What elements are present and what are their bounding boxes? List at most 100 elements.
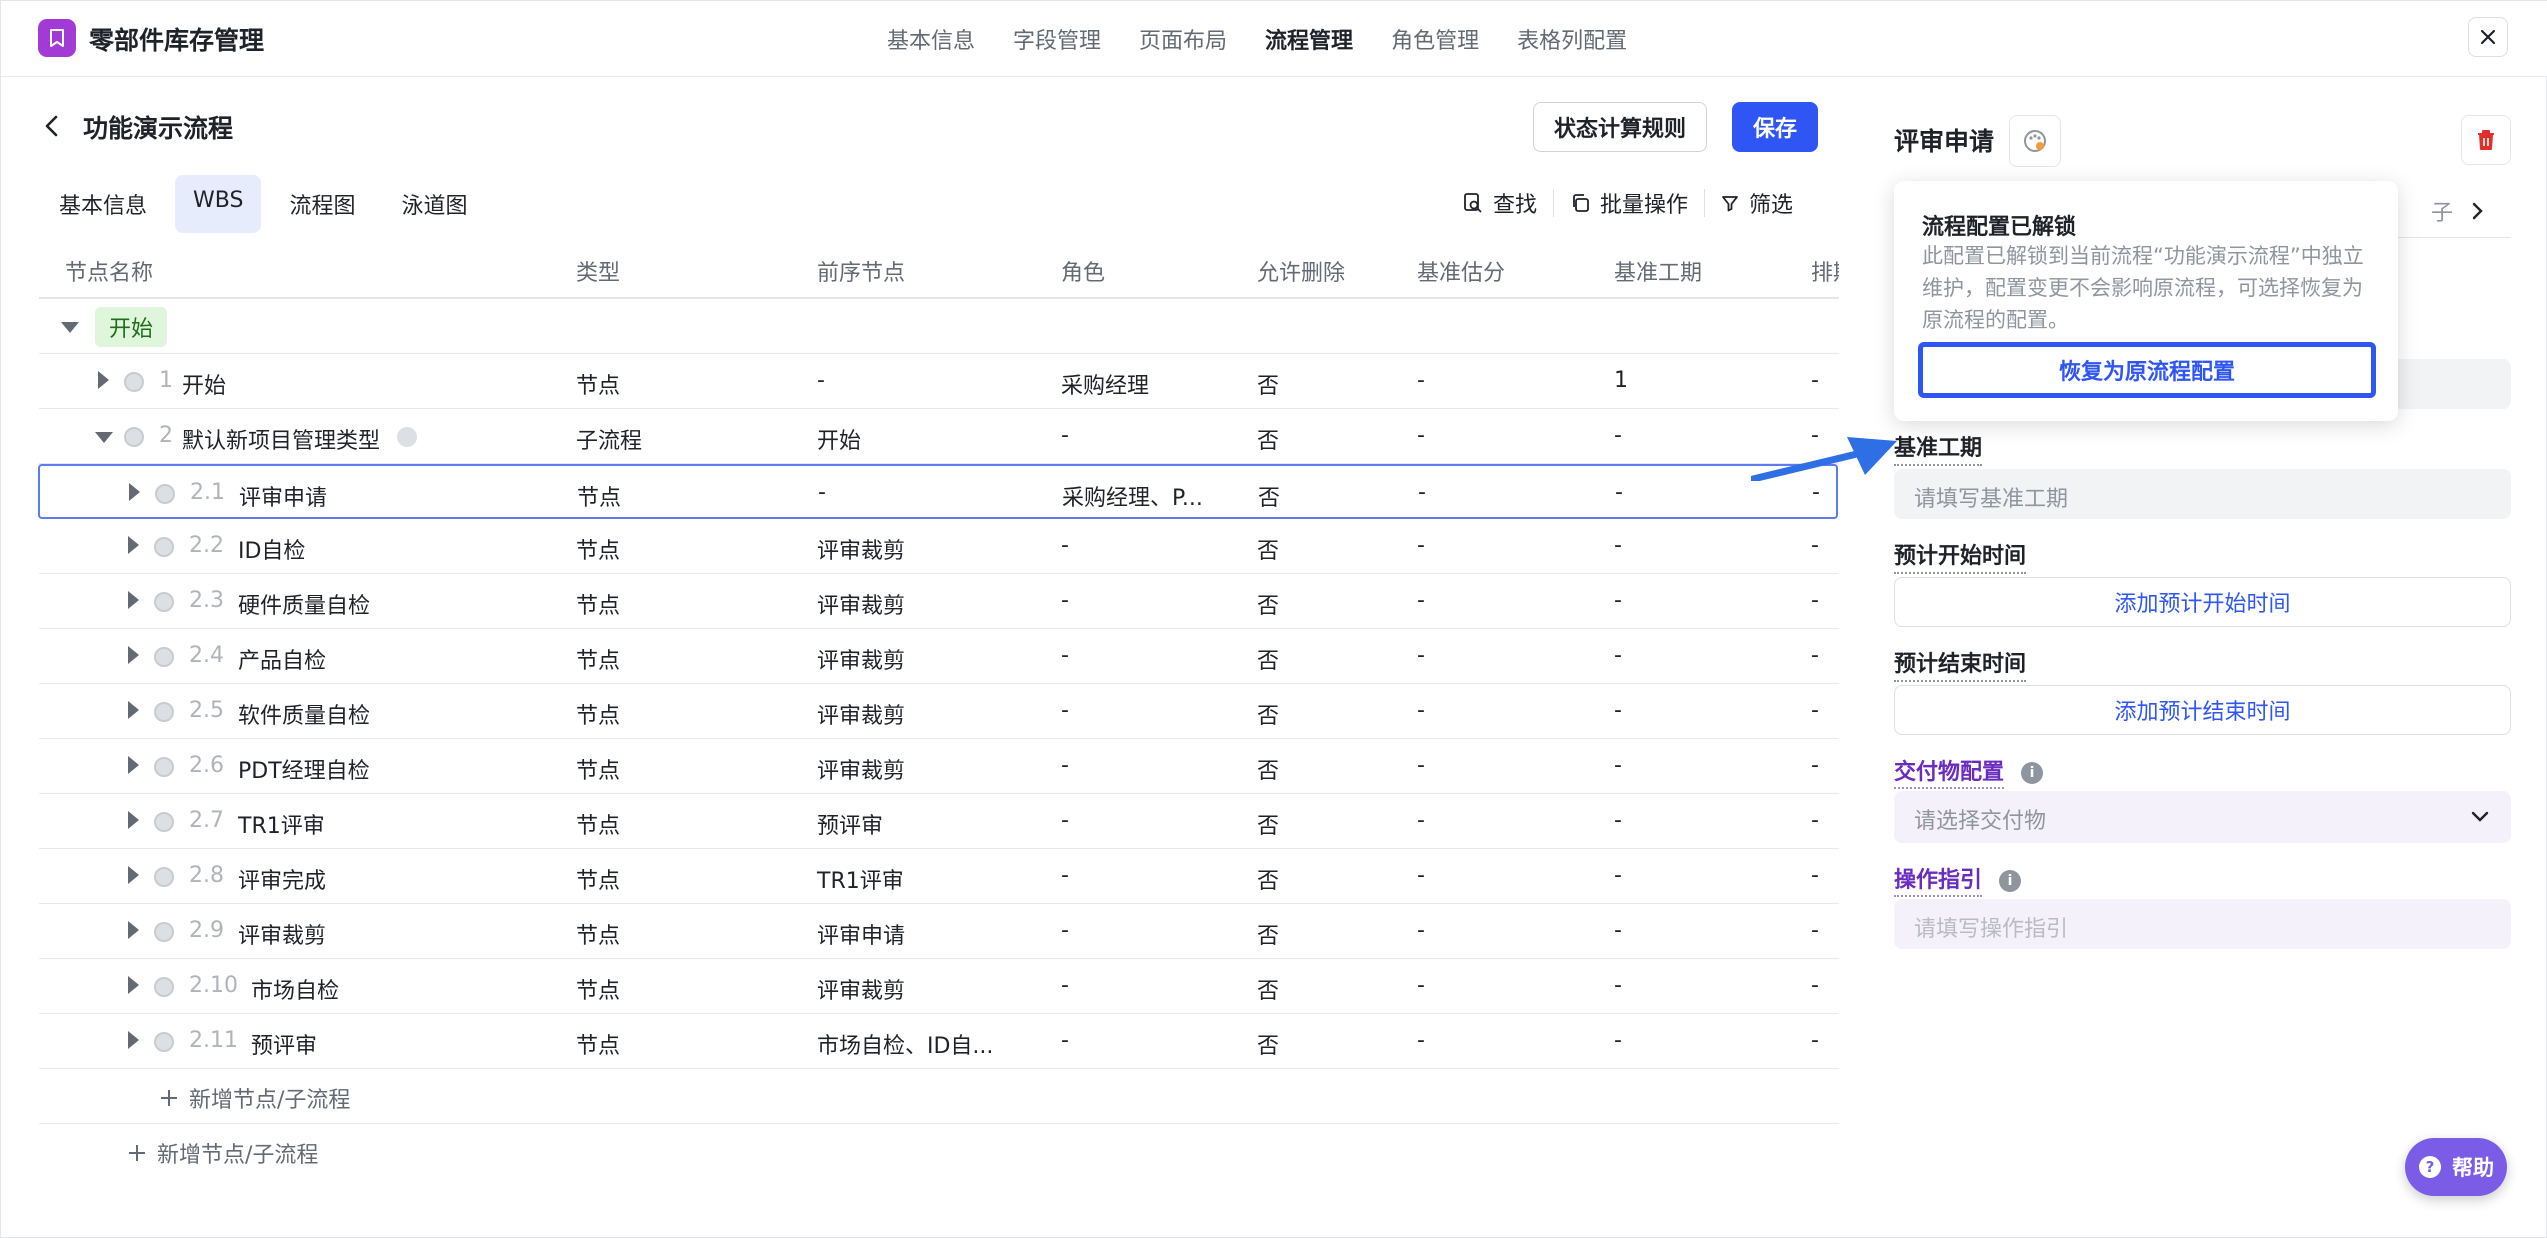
- add-start-time-button[interactable]: 添加预计开始时间: [1894, 577, 2511, 627]
- tab-swimlane[interactable]: 泳道图: [383, 175, 485, 233]
- row-number: 2.11: [189, 1028, 238, 1053]
- node-name[interactable]: 预评审: [251, 1028, 317, 1060]
- table-row[interactable]: 2.11 预评审 节点 市场自检、ID自... - 否 - - -: [39, 1014, 1839, 1069]
- info-icon[interactable]: i: [2021, 762, 2044, 784]
- caret-right-icon[interactable]: [128, 646, 139, 664]
- nav-table-column-config[interactable]: 表格列配置: [1517, 23, 1627, 55]
- tab-basic-info[interactable]: 基本信息: [41, 175, 165, 233]
- table-row[interactable]: 2.3 硬件质量自检 节点 评审裁剪 - 否 - - -: [39, 574, 1839, 629]
- back-icon[interactable]: [41, 113, 63, 145]
- guide-input[interactable]: 请填写操作指引: [1894, 899, 2511, 949]
- restore-config-button[interactable]: 恢复为原流程配置: [1918, 342, 2376, 398]
- nav-basic-info[interactable]: 基本信息: [887, 23, 975, 55]
- col-allow-delete: 允许删除: [1257, 261, 1346, 286]
- node-name[interactable]: 默认新项目管理类型: [182, 423, 380, 455]
- status-dot: [154, 647, 174, 667]
- caret-right-icon[interactable]: [128, 1031, 139, 1049]
- node-name[interactable]: 软件质量自检: [238, 698, 370, 730]
- help-button[interactable]: ? 帮助: [2405, 1138, 2507, 1196]
- nav-field-management[interactable]: 字段管理: [1013, 23, 1101, 55]
- caret-right-icon[interactable]: [128, 921, 139, 939]
- close-icon: [2480, 29, 2496, 45]
- node-name[interactable]: 开始: [182, 368, 226, 400]
- deliverable-select[interactable]: 请选择交付物: [1894, 791, 2511, 843]
- nav-role-management[interactable]: 角色管理: [1391, 23, 1479, 55]
- node-name[interactable]: 市场自检: [251, 973, 339, 1005]
- table-row[interactable]: 2.2 ID自检 节点 评审裁剪 - 否 - - -: [39, 519, 1839, 574]
- table-row[interactable]: 2.1 评审申请 节点 - 采购经理、P... 否 - - -: [38, 464, 1838, 519]
- duration-input[interactable]: 请填写基准工期: [1894, 469, 2511, 519]
- table-row[interactable]: 2.10 市场自检 节点 评审裁剪 - 否 - - -: [39, 959, 1839, 1014]
- caret-down-icon[interactable]: [95, 432, 113, 443]
- batch-operation-button[interactable]: 批量操作: [1554, 187, 1704, 219]
- group-tag: 开始: [95, 307, 168, 347]
- role: -: [1061, 753, 1069, 778]
- nav-page-layout[interactable]: 页面布局: [1139, 23, 1227, 55]
- duration-label: 基准工期: [1894, 430, 1983, 466]
- table-toolbar: 查找 批量操作 筛选: [1447, 187, 1809, 219]
- caret-right-icon[interactable]: [128, 866, 139, 884]
- unlock-config-button[interactable]: [2009, 115, 2061, 167]
- caret-right-icon[interactable]: [129, 483, 140, 501]
- node-type: 节点: [577, 486, 622, 511]
- chevron-right-icon: [2472, 202, 2483, 220]
- chevron-down-icon: [2471, 811, 2489, 822]
- close-button[interactable]: [2468, 17, 2508, 57]
- base-duration: -: [1614, 1028, 1622, 1053]
- base-score: -: [1417, 1028, 1425, 1053]
- table-row[interactable]: 2.8 评审完成 节点 TR1评审 - 否 - - -: [39, 849, 1839, 904]
- node-name[interactable]: 产品自检: [238, 643, 326, 675]
- prev-node: 评审裁剪: [817, 979, 906, 1004]
- row-number: 2: [159, 423, 173, 448]
- node-name[interactable]: 评审裁剪: [238, 918, 326, 950]
- caret-right-icon[interactable]: [128, 811, 139, 829]
- save-button[interactable]: 保存: [1732, 102, 1818, 152]
- filter-button[interactable]: 筛选: [1705, 187, 1809, 219]
- caret-right-icon[interactable]: [128, 701, 139, 719]
- prev-node: 开始: [817, 429, 862, 454]
- tab-flowchart[interactable]: 流程图: [271, 175, 373, 233]
- tab-wbs[interactable]: WBS: [175, 175, 262, 233]
- node-type: 节点: [576, 649, 621, 674]
- caret-right-icon[interactable]: [98, 371, 109, 389]
- caret-down-icon[interactable]: [61, 322, 79, 333]
- row-number: 2.7: [189, 808, 224, 833]
- sub-tabs: 基本信息 WBS 流程图 泳道图: [41, 175, 485, 233]
- panel-tabs-overflow[interactable]: 子: [2431, 195, 2485, 227]
- caret-right-icon[interactable]: [128, 591, 139, 609]
- schedule: -: [1811, 698, 1819, 723]
- caret-right-icon[interactable]: [128, 536, 139, 554]
- info-icon[interactable]: i: [1999, 870, 2022, 892]
- trash-icon: [2478, 130, 2494, 150]
- table-row[interactable]: 2.6 PDT经理自检 节点 评审裁剪 - 否 - - -: [39, 739, 1839, 794]
- table-row[interactable]: 2.5 软件质量自检 节点 评审裁剪 - 否 - - -: [39, 684, 1839, 739]
- add-end-time-button[interactable]: 添加预计结束时间: [1894, 685, 2511, 735]
- node-name[interactable]: 评审完成: [238, 863, 326, 895]
- add-child-button[interactable]: 新增节点/子流程: [159, 1082, 350, 1114]
- delete-button[interactable]: [2461, 115, 2511, 165]
- find-button[interactable]: 查找: [1447, 187, 1553, 219]
- caret-right-icon[interactable]: [128, 976, 139, 994]
- add-root-button[interactable]: 新增节点/子流程: [127, 1137, 318, 1169]
- node-name[interactable]: ID自检: [238, 533, 305, 565]
- table-row[interactable]: 1 开始 节点 - 采购经理 否 - 1 -: [39, 354, 1839, 409]
- find-icon: [1464, 193, 1482, 213]
- table-row[interactable]: 2.4 产品自检 节点 评审裁剪 - 否 - - -: [39, 629, 1839, 684]
- end-time-label: 预计结束时间: [1894, 646, 2027, 682]
- group-row[interactable]: 开始: [39, 299, 1839, 354]
- node-type: 节点: [576, 979, 621, 1004]
- table-row[interactable]: 2 默认新项目管理类型 子流程 开始 - 否 - - -: [39, 409, 1839, 464]
- table-row[interactable]: 2.9 评审裁剪 节点 评审申请 - 否 - - -: [39, 904, 1839, 959]
- base-duration: -: [1614, 588, 1622, 613]
- caret-right-icon[interactable]: [128, 756, 139, 774]
- nav-process-management[interactable]: 流程管理: [1265, 23, 1353, 55]
- status-dot: [155, 484, 175, 504]
- status-rule-button[interactable]: 状态计算规则: [1533, 102, 1707, 152]
- node-name[interactable]: 评审申请: [239, 480, 327, 512]
- node-name[interactable]: TR1评审: [238, 808, 325, 840]
- node-name[interactable]: PDT经理自检: [238, 753, 370, 785]
- node-name[interactable]: 硬件质量自检: [238, 588, 370, 620]
- schedule: -: [1811, 973, 1819, 998]
- table-row[interactable]: 2.7 TR1评审 节点 预评审 - 否 - - -: [39, 794, 1839, 849]
- col-type: 类型: [576, 261, 621, 286]
